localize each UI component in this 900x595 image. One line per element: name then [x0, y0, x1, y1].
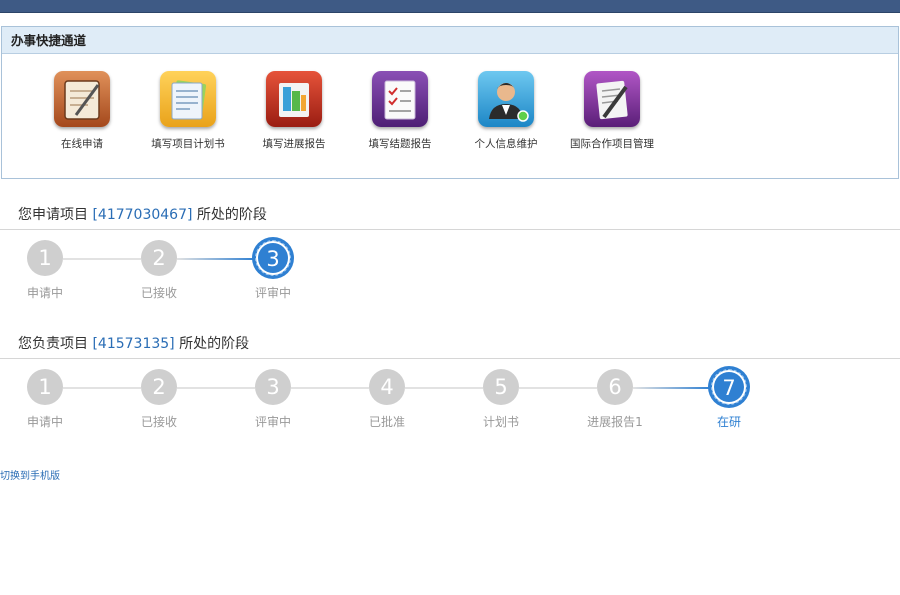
- quick-item-label: 填写结题报告: [368, 138, 432, 150]
- step-number: 2: [141, 369, 177, 405]
- apply-step-2: 2 已接收: [119, 240, 199, 301]
- step-label: 已批准: [368, 415, 405, 429]
- divider: [0, 358, 900, 359]
- quick-item-progress-report[interactable]: 填写进展报告: [239, 71, 349, 151]
- step-label: 进展报告1: [587, 415, 643, 429]
- quick-access-items: 在线申请 填写项目计划书 填写进展报告 填写结题报告 个人信息维护 国际合作项目…: [2, 54, 898, 178]
- step-label: 申请中: [26, 415, 63, 429]
- switch-to-mobile-link[interactable]: 切换到手机版: [0, 467, 60, 482]
- divider: [0, 229, 900, 230]
- charge-step-2: 2 已接收: [119, 369, 199, 430]
- quick-item-final-report[interactable]: 填写结题报告: [345, 71, 455, 151]
- step-label: 已接收: [140, 415, 177, 429]
- charge-step-6: 6 进展报告1: [575, 369, 655, 430]
- step-number: 1: [27, 240, 63, 276]
- apply-title-prefix: 您申请项目: [18, 207, 93, 223]
- step-number: 3: [255, 240, 291, 276]
- quick-item-personal-info[interactable]: 个人信息维护: [451, 71, 561, 151]
- quick-item-online-apply[interactable]: 在线申请: [27, 71, 137, 151]
- step-number: 2: [141, 240, 177, 276]
- report-books-icon: [266, 71, 322, 127]
- charge-step-5: 5 计划书: [461, 369, 541, 430]
- step-label: 计划书: [482, 415, 519, 429]
- charge-step-1: 1 申请中: [5, 369, 85, 430]
- folder-document-icon: [160, 71, 216, 127]
- step-number: 5: [483, 369, 519, 405]
- step-number: 7: [711, 369, 747, 405]
- step-label: 在研: [716, 415, 741, 429]
- quick-item-label: 填写进展报告: [262, 138, 326, 150]
- checklist-icon: [372, 71, 428, 127]
- quick-item-label: 填写项目计划书: [151, 138, 225, 150]
- apply-stage-title: 您申请项目 [4177030467] 所处的阶段: [18, 204, 267, 224]
- quick-item-label: 个人信息维护: [474, 138, 538, 150]
- top-bar: [0, 0, 900, 13]
- charge-title-suffix: 所处的阶段: [174, 336, 250, 352]
- quick-item-label: 在线申请: [61, 138, 103, 150]
- document-pen-icon: [584, 71, 640, 127]
- charge-step-3: 3 评审中: [233, 369, 313, 430]
- step-label: 评审中: [254, 415, 291, 429]
- charge-title-prefix: 您负责项目: [18, 336, 93, 352]
- apply-step-3-current: 3 评审中: [233, 240, 313, 301]
- notebook-pen-icon: [54, 71, 110, 127]
- quick-item-project-plan[interactable]: 填写项目计划书: [133, 71, 243, 151]
- charge-stage-title: 您负责项目 [41573135] 所处的阶段: [18, 333, 249, 353]
- charge-project-id[interactable]: [41573135]: [92, 336, 174, 352]
- charge-step-7-current: 7 在研: [689, 369, 769, 430]
- charge-step-4: 4 已批准: [347, 369, 427, 430]
- quick-access-panel: 办事快捷通道 在线申请 填写项目计划书 填写进展报告 填写结题报告 个人信息维护…: [1, 26, 899, 179]
- quick-access-title: 办事快捷通道: [2, 27, 898, 54]
- step-label: 申请中: [26, 286, 63, 300]
- step-label: 已接收: [140, 286, 177, 300]
- step-label: 评审中: [254, 286, 291, 300]
- apply-project-id[interactable]: [4177030467]: [92, 207, 192, 223]
- step-number: 1: [27, 369, 63, 405]
- apply-title-suffix: 所处的阶段: [192, 207, 267, 223]
- user-profile-icon: [478, 71, 534, 127]
- apply-step-1: 1 申请中: [5, 240, 85, 301]
- step-number: 6: [597, 369, 633, 405]
- quick-item-intl-cooperation[interactable]: 国际合作项目管理: [557, 71, 667, 151]
- step-number: 3: [255, 369, 291, 405]
- step-number: 4: [369, 369, 405, 405]
- quick-item-label: 国际合作项目管理: [570, 138, 654, 150]
